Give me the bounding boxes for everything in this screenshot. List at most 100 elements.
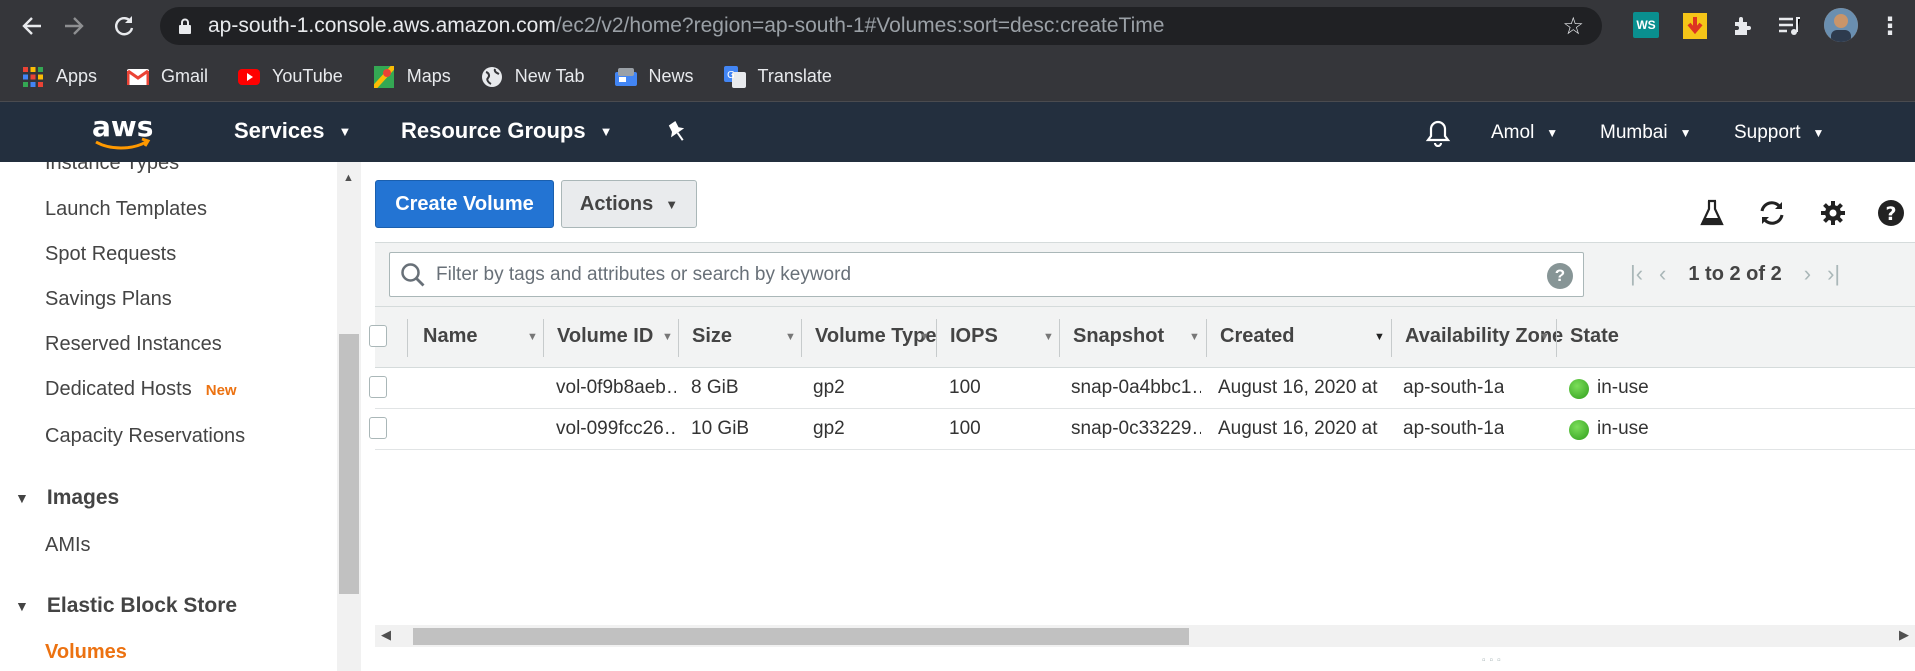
sidebar-scrollbar[interactable]: ▲ — [337, 162, 361, 671]
scroll-right-arrow-icon[interactable]: ▶ — [1899, 627, 1909, 643]
actions-label: Actions — [579, 192, 654, 215]
select-all-checkbox[interactable] — [369, 325, 387, 347]
search-icon — [401, 262, 425, 286]
sort-caret-icon[interactable]: ▼ — [662, 331, 673, 343]
table-header: Name ▼ Volume ID ▼ Size ▼ Volume Type ▼ … — [369, 306, 1915, 368]
sidebar-item-dedicated-hosts[interactable]: Dedicated Hosts New — [45, 378, 237, 401]
column-divider — [1391, 319, 1392, 357]
column-header-name[interactable]: Name — [423, 325, 477, 348]
region-label: Mumbai — [1600, 122, 1668, 143]
prev-page-icon[interactable]: ‹ — [1659, 261, 1666, 287]
sort-caret-icon[interactable]: ▼ — [1189, 331, 1200, 343]
sidebar-item-volumes[interactable]: Volumes — [45, 641, 127, 664]
address-bar[interactable]: ap-south-1.console.aws.amazon.com/ec2/v2… — [160, 7, 1602, 45]
bookmark-star-icon[interactable]: ☆ — [1562, 12, 1584, 41]
caret-down-icon: ▼ — [15, 598, 29, 614]
flask-icon[interactable] — [1697, 198, 1727, 228]
services-menu[interactable]: Services ▼ — [234, 118, 351, 144]
filter-help-icon[interactable]: ? — [1547, 263, 1573, 289]
cell-volume-type: gp2 — [813, 377, 845, 398]
new-badge: New — [205, 382, 237, 399]
profile-avatar[interactable] — [1824, 8, 1858, 42]
column-header-size[interactable]: Size — [692, 325, 732, 348]
notifications-bell-icon[interactable] — [1425, 119, 1451, 147]
scrollbar-thumb[interactable] — [339, 334, 359, 594]
cell-iops: 100 — [949, 418, 981, 439]
table-row[interactable]: vol-099fcc26… 10 GiB gp2 100 snap-0c3322… — [369, 409, 1915, 450]
next-page-icon[interactable]: › — [1804, 261, 1811, 287]
pin-icon[interactable] — [666, 120, 688, 144]
create-volume-button[interactable]: Create Volume — [375, 180, 554, 228]
aws-logo[interactable]: aws — [90, 110, 154, 157]
row-checkbox[interactable] — [369, 376, 387, 398]
first-page-icon[interactable]: |‹ — [1630, 261, 1643, 287]
bookmark-apps[interactable]: Apps — [22, 66, 97, 88]
sort-caret-icon[interactable]: ▼ — [919, 331, 930, 343]
section-title: Elastic Block Store — [46, 594, 238, 617]
user-menu[interactable]: Amol ▼ — [1491, 122, 1558, 144]
sidebar-item-instance-types[interactable]: Instance Types — [45, 162, 179, 175]
download-extension-icon[interactable] — [1681, 12, 1709, 40]
translate-icon: G — [723, 65, 746, 88]
status-dot-icon — [1569, 420, 1589, 440]
bookmark-maps[interactable]: Maps — [373, 65, 451, 88]
sort-desc-icon[interactable]: ▼ — [1374, 331, 1385, 343]
back-icon[interactable] — [12, 6, 52, 46]
sidebar-item-capacity-reservations[interactable]: Capacity Reservations — [45, 425, 245, 448]
scroll-up-arrow-icon[interactable]: ▲ — [343, 172, 354, 184]
table-row[interactable]: vol-0f9b8aeb… 8 GiB gp2 100 snap-0a4bbc1… — [369, 368, 1915, 409]
media-queue-icon[interactable] — [1775, 12, 1803, 40]
column-header-iops[interactable]: IOPS — [950, 325, 998, 348]
filter-bar: ? |‹ ‹ 1 to 2 of 2 › ›| — [375, 242, 1915, 306]
sidebar-section-elastic-block-store[interactable]: ▼ Elastic Block Store — [15, 594, 237, 618]
globe-icon — [481, 66, 503, 88]
bookmark-news[interactable]: News — [614, 66, 694, 88]
browser-menu-icon[interactable]: ⋮ — [1876, 12, 1904, 40]
filter-box[interactable]: ? — [389, 252, 1584, 297]
column-divider — [678, 319, 679, 357]
sort-caret-icon[interactable]: ▼ — [1043, 331, 1054, 343]
resource-groups-menu[interactable]: Resource Groups ▼ — [401, 118, 612, 144]
sidebar-section-images[interactable]: ▼ Images — [15, 486, 119, 510]
forward-icon[interactable] — [54, 6, 94, 46]
horizontal-scrollbar[interactable]: ◀ ▶ — [375, 625, 1915, 647]
cell-availability-zone: ap-south-1a — [1403, 377, 1505, 398]
support-menu[interactable]: Support ▼ — [1734, 122, 1824, 144]
sort-caret-icon[interactable]: ▼ — [527, 331, 538, 343]
ws-extension-icon[interactable]: WS — [1633, 12, 1659, 38]
sort-caret-icon[interactable]: ▼ — [785, 331, 796, 343]
actions-button[interactable]: Actions ▼ — [561, 180, 697, 228]
refresh-icon[interactable] — [1757, 198, 1787, 228]
bookmark-translate[interactable]: G Translate — [723, 65, 832, 88]
bookmark-newtab[interactable]: New Tab — [481, 66, 585, 88]
column-header-snapshot[interactable]: Snapshot — [1073, 325, 1164, 348]
sidebar-item-savings-plans[interactable]: Savings Plans — [45, 288, 172, 311]
search-input[interactable] — [436, 263, 1536, 286]
bookmark-gmail[interactable]: Gmail — [127, 66, 208, 88]
bookmark-label: YouTube — [272, 66, 343, 86]
gmail-icon — [127, 66, 150, 88]
row-checkbox[interactable] — [369, 417, 387, 439]
sidebar-item-launch-templates[interactable]: Launch Templates — [45, 198, 207, 221]
sidebar-item-reserved-instances[interactable]: Reserved Instances — [45, 333, 222, 356]
region-menu[interactable]: Mumbai ▼ — [1600, 122, 1691, 144]
sidebar-item-spot-requests[interactable]: Spot Requests — [45, 243, 176, 266]
column-header-state[interactable]: State — [1570, 325, 1619, 348]
last-page-icon[interactable]: ›| — [1827, 261, 1840, 287]
gear-icon[interactable] — [1818, 198, 1848, 228]
panel-resize-handle[interactable]: ▫▫▫ — [1482, 655, 1505, 666]
help-icon[interactable]: ? — [1876, 198, 1906, 228]
column-header-created[interactable]: Created — [1220, 325, 1294, 348]
sort-caret-icon[interactable]: ▼ — [1539, 331, 1550, 343]
sidebar-item-amis[interactable]: AMIs — [45, 534, 91, 557]
cell-snapshot: snap-0a4bbc1… — [1071, 377, 1201, 398]
column-header-volume-id[interactable]: Volume ID — [557, 325, 653, 348]
chevron-down-icon: ▼ — [1812, 126, 1825, 140]
bookmark-youtube[interactable]: YouTube — [238, 66, 343, 88]
cell-volume-type: gp2 — [813, 418, 845, 439]
scrollbar-thumb[interactable] — [413, 628, 1189, 645]
scroll-left-arrow-icon[interactable]: ◀ — [381, 627, 391, 643]
extensions-puzzle-icon[interactable] — [1729, 12, 1757, 40]
reload-icon[interactable] — [104, 6, 144, 46]
bookmark-label: New Tab — [514, 66, 585, 86]
